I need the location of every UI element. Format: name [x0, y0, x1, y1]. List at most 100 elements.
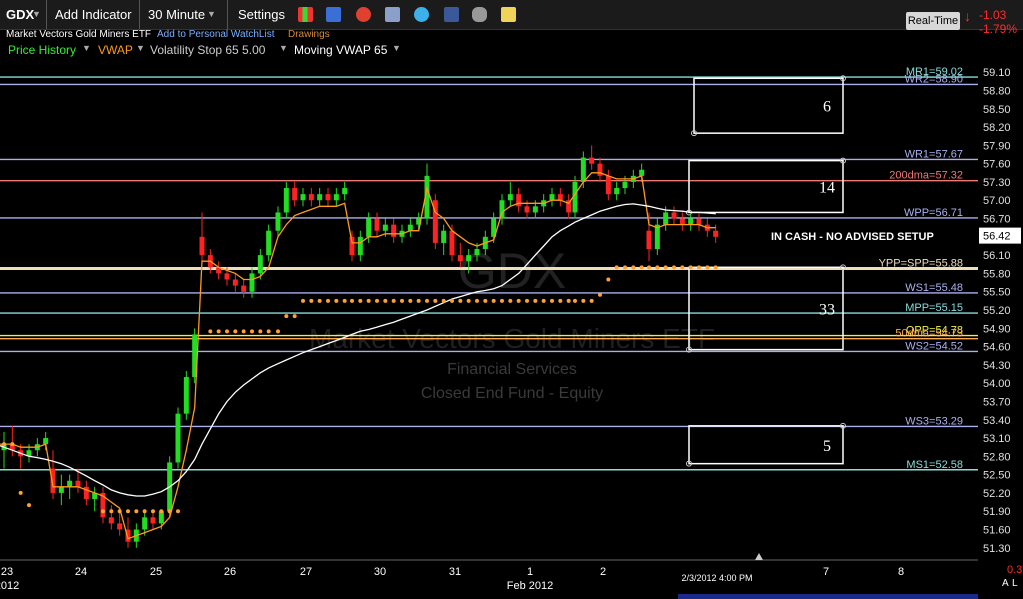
candle-body: [646, 230, 652, 250]
y-tick-label: 56.10: [983, 250, 1011, 262]
candle-body: [108, 517, 114, 524]
box-label: 33: [819, 301, 835, 318]
level-label: YPP=SPP=55.88: [879, 258, 963, 270]
candle-body: [308, 194, 314, 201]
candle-body: [300, 194, 306, 201]
volatility-stop-dot: [639, 265, 644, 270]
level-label: WS3=53.29: [905, 415, 963, 427]
volatility-stop-dot: [216, 329, 221, 334]
candle-body: [580, 157, 586, 182]
cursor-time-label: 2/3/2012 4:00 PM: [681, 573, 752, 583]
x-tick-label: 26: [224, 566, 236, 578]
volatility-stop-dot: [225, 329, 229, 334]
volatility-stop-dot: [342, 298, 347, 303]
candle-body: [679, 218, 685, 225]
volatility-stop-dot: [159, 509, 164, 514]
watermark-symbol: GDX: [458, 243, 566, 299]
candle-body: [342, 188, 348, 195]
y-tick-label: 55.80: [983, 268, 1011, 280]
annotation-box[interactable]: [688, 425, 844, 465]
volatility-stop-dot: [433, 298, 438, 303]
box-label: 14: [819, 180, 835, 197]
annotation-box[interactable]: [693, 77, 844, 134]
corner-label: A: [1002, 578, 1009, 589]
scrollbar[interactable]: [678, 594, 978, 599]
candle-body: [43, 438, 49, 445]
candle-body: [466, 255, 472, 262]
volatility-stop-dot: [688, 265, 693, 270]
volatility-stop-dot: [366, 298, 371, 303]
candle-body: [50, 468, 56, 493]
candle-body: [266, 230, 272, 256]
candle-body: [391, 224, 397, 237]
candle-body: [283, 188, 289, 213]
candle-body: [249, 273, 255, 292]
volatility-stop-dot: [508, 298, 513, 303]
candle-body: [75, 480, 81, 487]
candle-body: [457, 255, 463, 262]
volatility-stop-dot: [516, 298, 521, 303]
level-label: MS1=52.58: [906, 459, 963, 471]
scroll-marker-icon[interactable]: [755, 553, 763, 560]
candle-body: [671, 212, 677, 219]
candle-body: [67, 480, 73, 487]
y-tick-label: 57.90: [983, 140, 1011, 152]
y-tick-label: 52.80: [983, 451, 1011, 463]
candle-body: [605, 175, 611, 195]
volatility-stop-dot: [109, 509, 114, 514]
level-label: WS2=54.52: [905, 340, 963, 352]
volatility-stop-dot: [317, 298, 322, 303]
candle-body: [257, 255, 263, 274]
volatility-stop-dot: [284, 314, 289, 319]
volatility-stop-dot: [27, 503, 31, 508]
volatility-stop-dot: [466, 298, 471, 303]
candle-body: [241, 285, 247, 292]
corner-label: L: [1012, 578, 1018, 589]
candle-body: [557, 194, 563, 201]
volatility-stop-dot: [375, 298, 379, 303]
candle-body: [382, 224, 388, 231]
x-tick-label: 30: [374, 566, 386, 578]
volatility-stop-dot: [450, 298, 454, 303]
x-tick-label: 25: [150, 566, 162, 578]
volatility-stop-dot: [151, 509, 155, 514]
volatility-stop-dot: [713, 265, 718, 270]
volatility-stop-dot: [383, 298, 388, 303]
volatility-stop-dot: [101, 509, 105, 514]
candle-body: [449, 230, 455, 256]
candle-body: [232, 279, 238, 286]
volatility-stop-dot: [550, 298, 554, 303]
volatility-stop-dot: [258, 329, 263, 334]
volatility-stop-dot: [631, 265, 636, 270]
x-tick-label: 1: [527, 566, 533, 578]
volatility-stop-dot: [241, 329, 246, 334]
candle-body: [357, 236, 363, 256]
volatility-stop-dot: [416, 298, 421, 303]
candle-body: [58, 486, 64, 493]
candle-body: [499, 200, 505, 219]
candle-body: [183, 377, 189, 414]
y-tick-label: 58.50: [983, 104, 1011, 116]
volatility-stop-dot: [500, 298, 504, 303]
y-tick-label: 51.90: [983, 506, 1011, 518]
x-tick-label: 24: [75, 566, 87, 578]
candle-body: [688, 218, 694, 225]
y-tick-label: 54.90: [983, 323, 1011, 335]
price-chart[interactable]: GDX Market Vectors Gold Miners ETF Finan…: [0, 0, 1023, 599]
volatility-stop-dot: [400, 298, 404, 303]
volatility-stop-dot: [276, 329, 280, 334]
volatility-stop-dot: [142, 509, 147, 514]
x-tick-label: 8: [898, 566, 904, 578]
volatility-stop-dot: [292, 314, 297, 319]
volatility-stop-dot: [598, 292, 602, 297]
volume-readout: 0.3: [1007, 564, 1022, 576]
volatility-stop-dot: [697, 265, 701, 270]
candle-body: [374, 218, 380, 231]
candle-body: [142, 517, 148, 530]
y-tick-label: 57.30: [983, 177, 1011, 189]
candle-body: [292, 188, 298, 201]
level-label: WR1=57.67: [905, 148, 963, 160]
level-label: MPP=55.15: [905, 302, 963, 314]
y-tick-label: 57.60: [983, 159, 1011, 171]
y-tick-label: 55.50: [983, 287, 1011, 299]
